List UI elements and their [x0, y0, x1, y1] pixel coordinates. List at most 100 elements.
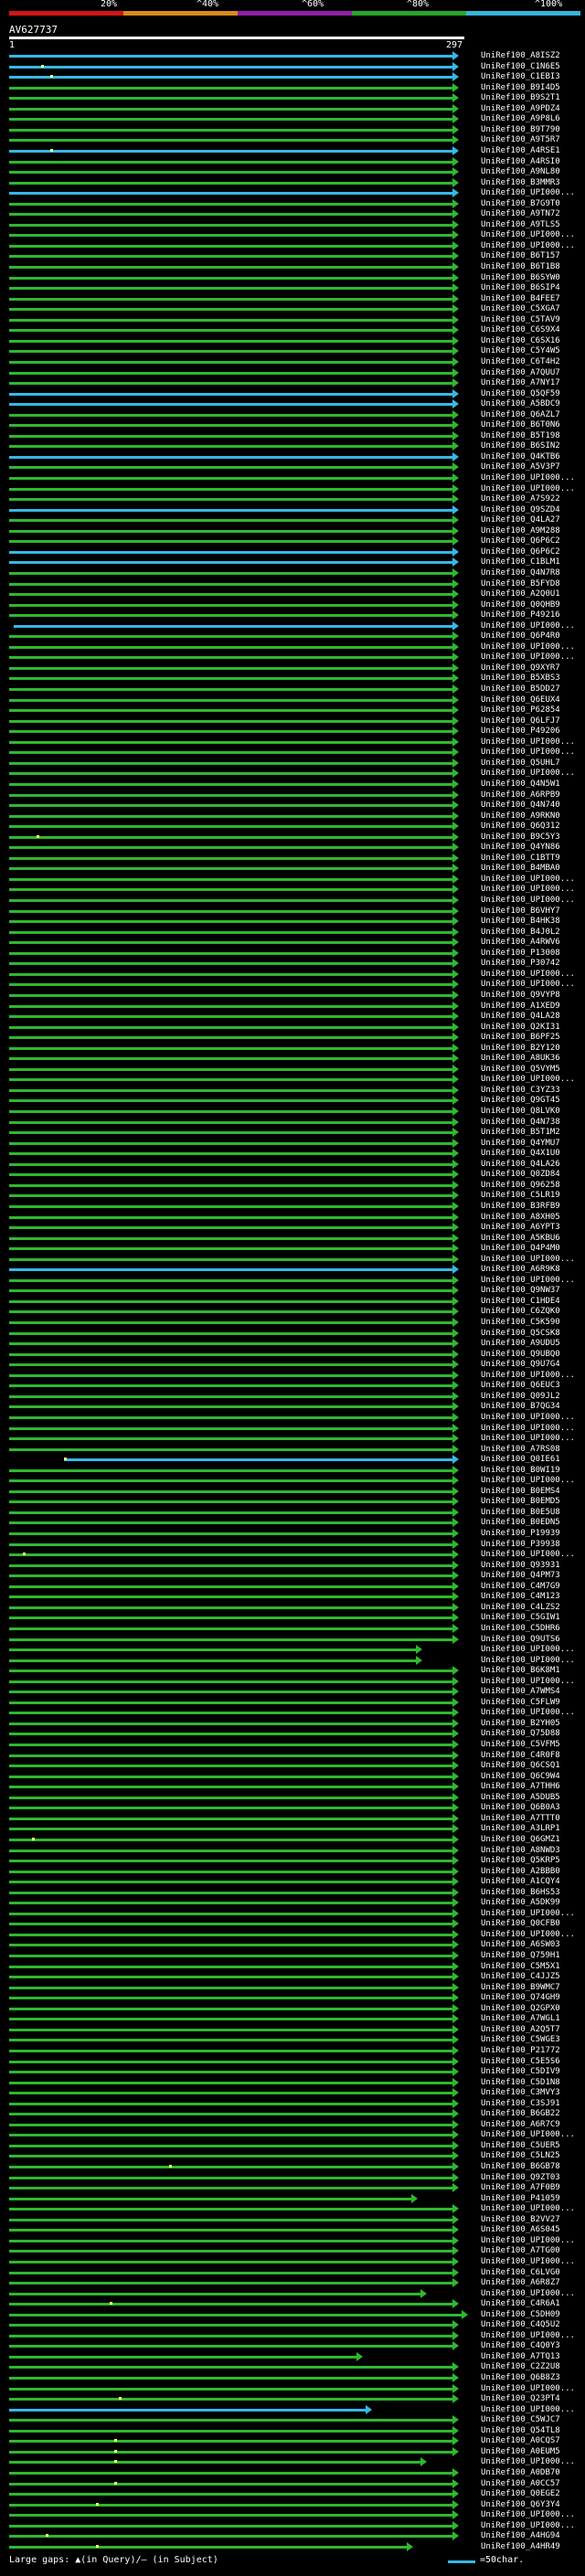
hit-row[interactable]: UniRef100_C5K590 [0, 1318, 585, 1328]
hit-row[interactable]: UniRef100_A8NWD3 [0, 1845, 585, 1856]
hit-label[interactable]: UniRef100_C3MVY3 [481, 2088, 560, 2098]
hit-label[interactable]: UniRef100_B3MMR3 [481, 178, 560, 188]
hit-label[interactable]: UniRef100_C6S9X4 [481, 325, 560, 335]
hit-label[interactable]: UniRef100_B0EDN5 [481, 1518, 560, 1528]
hit-label[interactable]: UniRef100_A9P8L6 [481, 114, 560, 124]
hit-row[interactable]: UniRef100_C3MVY3 [0, 2088, 585, 2098]
hit-label[interactable]: UniRef100_UPI000... [481, 885, 575, 895]
hit-label[interactable]: UniRef100_UPI000... [481, 1371, 575, 1381]
hit-label[interactable]: UniRef100_UPI000... [481, 2204, 575, 2214]
hit-label[interactable]: UniRef100_UPI000... [481, 980, 575, 990]
hit-row[interactable]: UniRef100_Q4LA27 [0, 515, 585, 525]
hit-label[interactable]: UniRef100_Q0ZD84 [481, 1170, 560, 1180]
hit-label[interactable]: UniRef100_UPI000... [481, 1413, 575, 1423]
hit-label[interactable]: UniRef100_B7G9T0 [481, 199, 560, 209]
hit-row[interactable]: UniRef100_Q4YN86 [0, 843, 585, 853]
hit-label[interactable]: UniRef100_C1BTT9 [481, 853, 560, 864]
hit-label[interactable]: UniRef100_C1N6E5 [481, 62, 560, 72]
hit-row[interactable]: UniRef100_B9WMC7 [0, 1982, 585, 1993]
hit-label[interactable]: UniRef100_UPI000... [481, 2130, 575, 2140]
hit-label[interactable]: UniRef100_Q9VYP8 [481, 991, 560, 1001]
hit-label[interactable]: UniRef100_C5FLW9 [481, 1698, 560, 1708]
hit-row[interactable]: UniRef100_B0EMD5 [0, 1497, 585, 1507]
hit-label[interactable]: UniRef100_Q9NW37 [481, 1286, 560, 1296]
hit-row[interactable]: UniRef100_Q2GPX0 [0, 2003, 585, 2014]
hit-row[interactable]: UniRef100_C4R0F8 [0, 1750, 585, 1761]
hit-row[interactable]: UniRef100_C6T4H2 [0, 356, 585, 367]
hit-row[interactable]: UniRef100_UPI000... [0, 1370, 585, 1381]
hit-label[interactable]: UniRef100_B0EMD5 [481, 1497, 560, 1507]
hit-row[interactable]: UniRef100_C4M123 [0, 1592, 585, 1602]
hit-row[interactable]: UniRef100_Q8LVK0 [0, 1107, 585, 1117]
hit-row[interactable]: UniRef100_C3SJ91 [0, 2098, 585, 2109]
hit-label[interactable]: UniRef100_C4R6A1 [481, 2299, 560, 2309]
hit-label[interactable]: UniRef100_Q0IE61 [481, 1455, 560, 1465]
hit-label[interactable]: UniRef100_UPI000... [481, 1909, 575, 1919]
hit-label[interactable]: UniRef100_Q6C9W4 [481, 1772, 560, 1782]
hit-row[interactable]: UniRef100_P19939 [0, 1529, 585, 1539]
hit-label[interactable]: UniRef100_C4LZS2 [481, 1603, 560, 1613]
hit-row[interactable]: UniRef100_A0CC57 [0, 2478, 585, 2489]
hit-label[interactable]: UniRef100_Q6CSQ1 [481, 1761, 560, 1771]
hit-row[interactable]: UniRef100_B4J0L2 [0, 927, 585, 938]
hit-row[interactable]: UniRef100_A6S045 [0, 2225, 585, 2235]
hit-label[interactable]: UniRef100_B4MBA0 [481, 864, 560, 874]
hit-label[interactable]: UniRef100_B3RFB9 [481, 1202, 560, 1212]
hit-label[interactable]: UniRef100_Q5CSK8 [481, 1329, 560, 1339]
hit-row[interactable]: UniRef100_Q6EUC3 [0, 1381, 585, 1391]
hit-row[interactable]: UniRef100_Q6B0A3 [0, 1803, 585, 1813]
hit-row[interactable]: UniRef100_A6R7C9 [0, 2119, 585, 2130]
hit-row[interactable]: UniRef100_Q4P4M0 [0, 1244, 585, 1254]
hit-row[interactable]: UniRef100_Q9UTS6 [0, 1634, 585, 1645]
hit-row[interactable]: UniRef100_UPI000... [0, 896, 585, 906]
hit-label[interactable]: UniRef100_C4R0F8 [481, 1751, 560, 1761]
hit-label[interactable]: UniRef100_A9RKN0 [481, 811, 560, 822]
hit-label[interactable]: UniRef100_P21772 [481, 2046, 560, 2056]
hit-label[interactable]: UniRef100_Q2GPX0 [481, 2004, 560, 2014]
hit-label[interactable]: UniRef100_C5D1N8 [481, 2078, 560, 2088]
hit-label[interactable]: UniRef100_Q4N738 [481, 1118, 560, 1128]
hit-label[interactable]: UniRef100_Q9ZT03 [481, 2173, 560, 2183]
hit-label[interactable]: UniRef100_A3LRP1 [481, 1824, 560, 1834]
hit-label[interactable]: UniRef100_Q0EGE2 [481, 2489, 560, 2499]
hit-label[interactable]: UniRef100_C1BLM1 [481, 557, 560, 567]
hit-label[interactable]: UniRef100_C6SX16 [481, 336, 560, 346]
hit-row[interactable]: UniRef100_Q9VYP8 [0, 990, 585, 1001]
hit-label[interactable]: UniRef100_B2VV27 [481, 2215, 560, 2225]
hit-row[interactable]: UniRef100_UPI000... [0, 652, 585, 663]
hit-row[interactable]: UniRef100_UPI000... [0, 2130, 585, 2140]
hit-row[interactable]: UniRef100_B5T198 [0, 430, 585, 441]
hit-label[interactable]: UniRef100_B6T157 [481, 251, 560, 261]
hit-row[interactable]: UniRef100_B0WI19 [0, 1465, 585, 1476]
hit-label[interactable]: UniRef100_C4Q0Y3 [481, 2341, 560, 2351]
hit-label[interactable]: UniRef100_P13008 [481, 949, 560, 959]
hit-label[interactable]: UniRef100_A7THH6 [481, 1782, 560, 1792]
hit-label[interactable]: UniRef100_UPI000... [481, 1645, 575, 1655]
hit-row[interactable]: UniRef100_A7TTT0 [0, 1813, 585, 1824]
hit-label[interactable]: UniRef100_Q6B0A3 [481, 1803, 560, 1813]
hit-row[interactable]: UniRef100_Q5CSK8 [0, 1328, 585, 1339]
hit-row[interactable]: UniRef100_UPI000... [0, 1434, 585, 1444]
hit-label[interactable]: UniRef100_B5T1M2 [481, 1128, 560, 1138]
hit-row[interactable]: UniRef100_UPI000... [0, 230, 585, 240]
hit-row[interactable]: UniRef100_C5M5X1 [0, 1961, 585, 1972]
hit-label[interactable]: UniRef100_B6HS53 [481, 1888, 560, 1898]
hit-row[interactable]: UniRef100_UPI000... [0, 2204, 585, 2214]
hit-label[interactable]: UniRef100_UPI000... [481, 769, 575, 779]
hit-label[interactable]: UniRef100_A9T5R7 [481, 135, 560, 145]
hit-label[interactable]: UniRef100_C5E5S6 [481, 2057, 560, 2067]
hit-row[interactable]: UniRef100_B9T790 [0, 124, 585, 135]
hit-label[interactable]: UniRef100_A6YPT3 [481, 1223, 560, 1233]
hit-label[interactable]: UniRef100_Q4LA28 [481, 1012, 560, 1022]
hit-row[interactable]: UniRef100_B7G9T0 [0, 198, 585, 209]
hit-row[interactable]: UniRef100_Q5KRP5 [0, 1856, 585, 1866]
hit-label[interactable]: UniRef100_A0EUM5 [481, 2447, 560, 2457]
hit-label[interactable]: UniRef100_UPI000... [481, 2289, 575, 2299]
hit-row[interactable]: UniRef100_A9TN72 [0, 209, 585, 219]
hit-row[interactable]: UniRef100_A2BBB0 [0, 1866, 585, 1877]
hit-label[interactable]: UniRef100_B0E5U8 [481, 1508, 560, 1518]
hit-label[interactable]: UniRef100_C3YZ33 [481, 1086, 560, 1096]
hit-row[interactable]: UniRef100_UPI000... [0, 1550, 585, 1560]
hit-row[interactable]: UniRef100_A4RSE1 [0, 145, 585, 156]
hit-label[interactable]: UniRef100_UPI000... [481, 875, 575, 885]
